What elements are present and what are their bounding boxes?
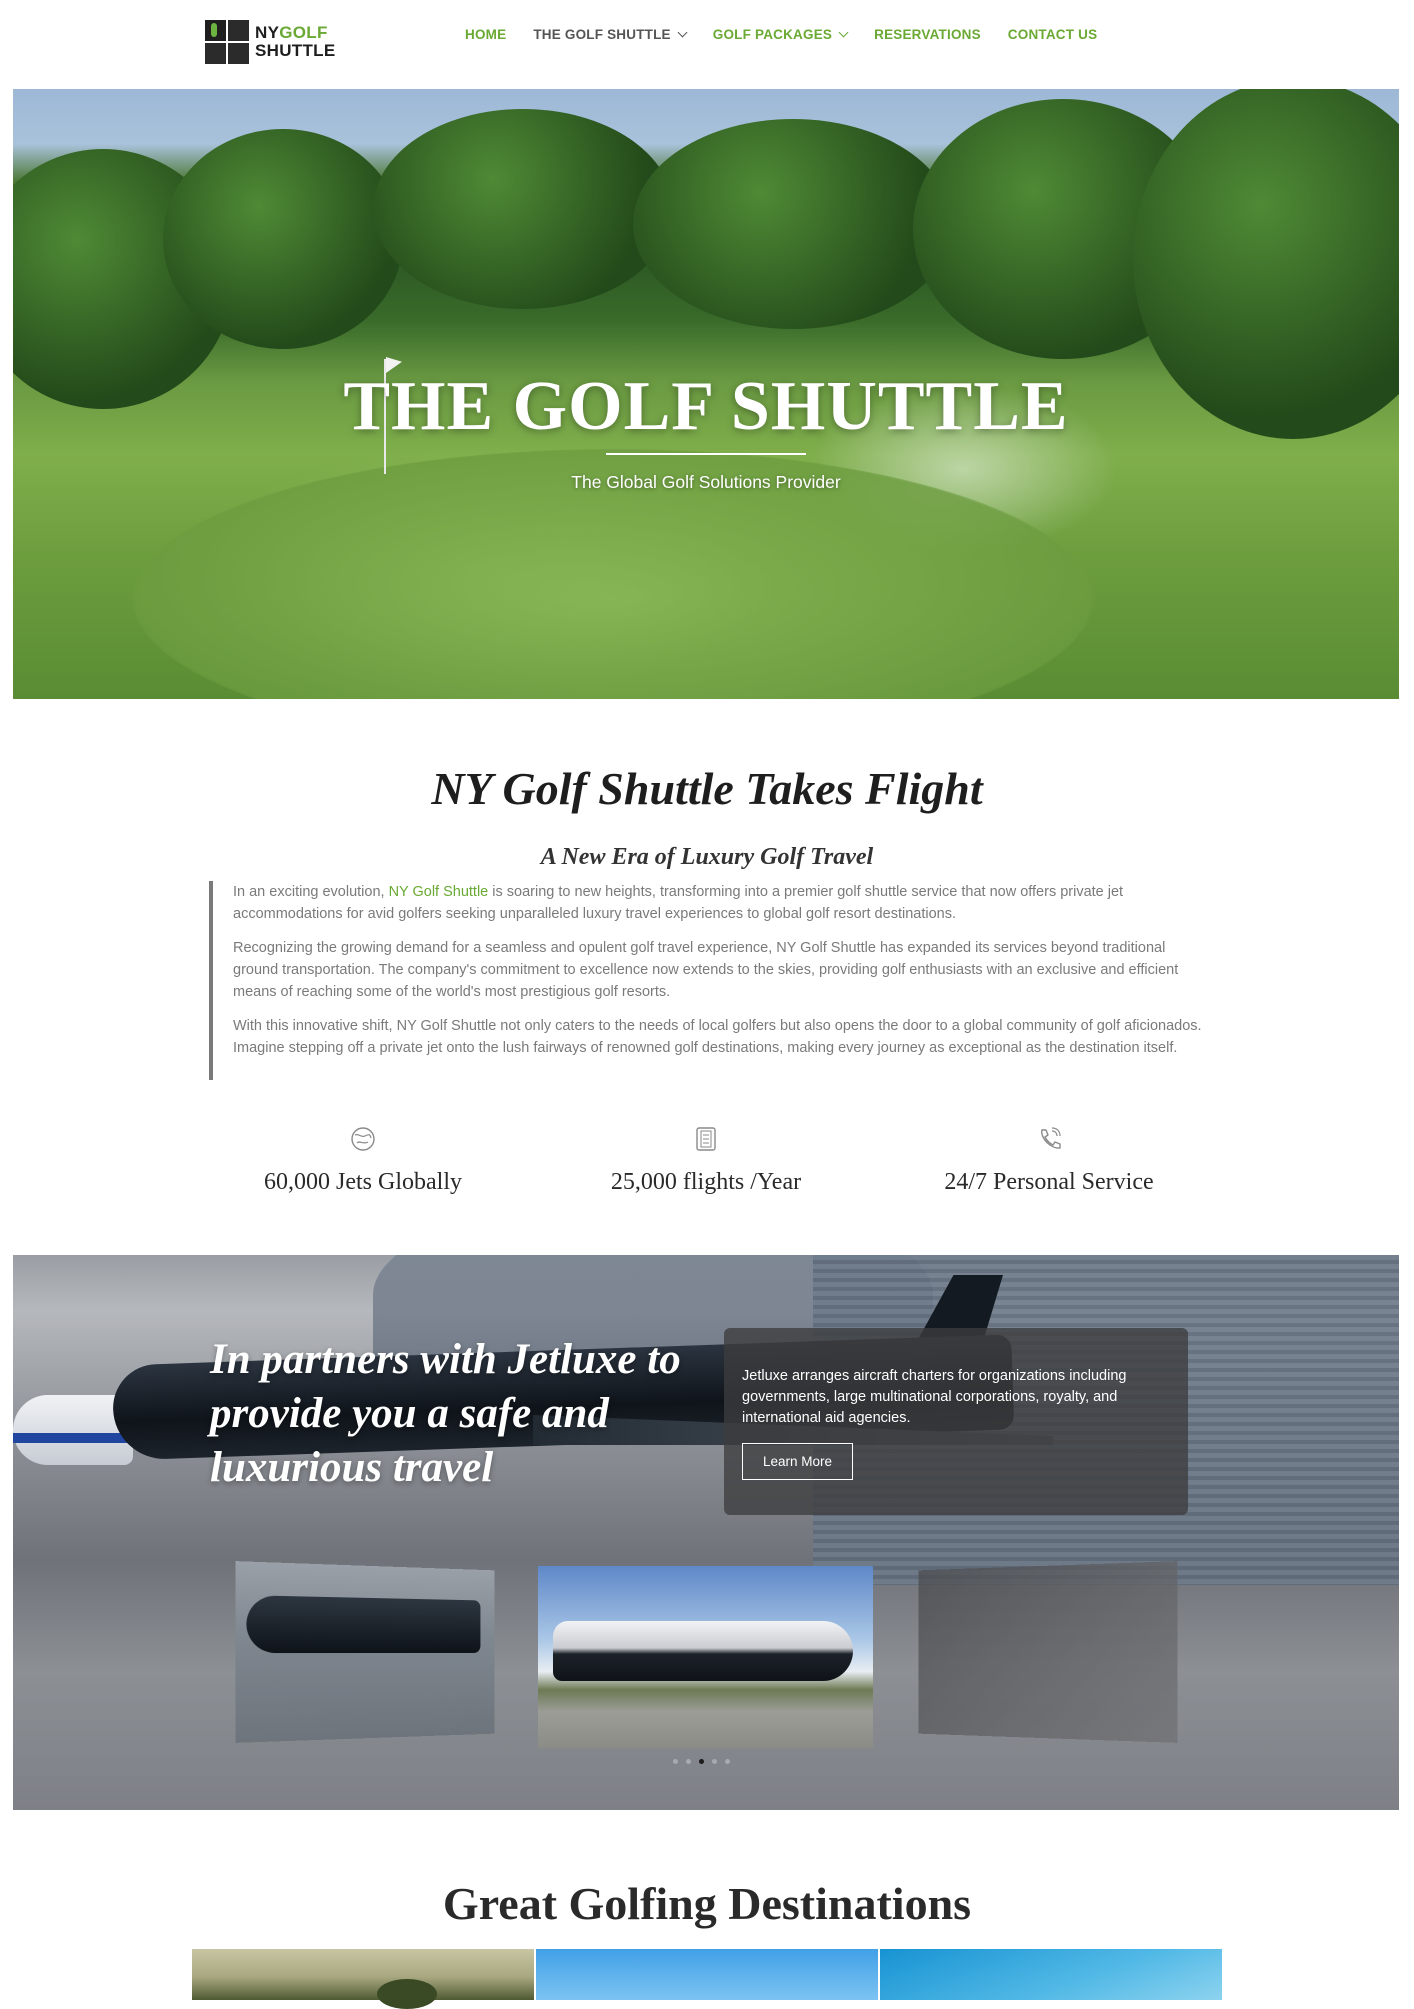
logo-ny: NY xyxy=(255,23,280,42)
globe-icon xyxy=(351,1127,375,1151)
stat-flights: 25,000 flights /Year xyxy=(556,1125,856,1196)
learn-more-button[interactable]: Learn More xyxy=(742,1443,854,1480)
hero-title: THE GOLF SHUTTLE xyxy=(343,368,1069,445)
nav-reservations-label: RESERVATIONS xyxy=(874,27,981,42)
chevron-down-icon xyxy=(838,27,849,37)
partner-title: In partners with Jetluxe to provide you … xyxy=(210,1336,681,1491)
intro-paragraph-3: With this innovative shift, NY Golf Shut… xyxy=(233,1018,1202,1056)
document-icon xyxy=(696,1127,716,1151)
intro-paragraph-1: In an exciting evolution, NY Golf Shuttl… xyxy=(233,881,1209,925)
hero-tree xyxy=(633,119,953,329)
ny-golf-shuttle-link[interactable]: NY Golf Shuttle xyxy=(389,884,489,900)
hero-tree xyxy=(373,109,673,309)
chevron-down-icon xyxy=(677,27,688,37)
carousel-slide-next[interactable] xyxy=(918,1561,1178,1743)
hero-banner: THE GOLF SHUTTLE The Global Golf Solutio… xyxy=(13,89,1399,699)
site-logo[interactable]: NYGOLF SHUTTLE xyxy=(205,20,335,64)
carousel-dot[interactable] xyxy=(686,1759,691,1764)
main-nav: HOME THE GOLF SHUTTLE GOLF PACKAGES RESE… xyxy=(465,27,1097,42)
nav-golf-packages-label: GOLF PACKAGES xyxy=(712,27,833,42)
carousel-slide-prev[interactable] xyxy=(235,1561,495,1743)
intro-p1-text: In an exciting evolution, xyxy=(233,884,389,900)
partner-description: Jetluxe arranges aircraft charters for o… xyxy=(742,1368,1127,1426)
stat-service: 24/7 Personal Service xyxy=(899,1125,1199,1196)
logo-icon xyxy=(205,20,249,64)
nav-the-golf-shuttle-label: THE GOLF SHUTTLE xyxy=(533,27,671,42)
nav-reservations[interactable]: RESERVATIONS xyxy=(874,27,981,42)
logo-golf: GOLF xyxy=(279,23,328,42)
carousel-slide-active[interactable] xyxy=(538,1566,873,1748)
carousel-pagination xyxy=(673,1759,730,1764)
phone-icon xyxy=(1041,1127,1061,1149)
destinations-grid xyxy=(192,1949,1222,2009)
carousel-dot[interactable] xyxy=(712,1759,717,1764)
destination-card[interactable] xyxy=(536,1949,878,2000)
intro-subtitle: A New Era of Luxury Golf Travel xyxy=(540,844,874,870)
site-header: NYGOLF SHUTTLE HOME THE GOLF SHUTTLE GOL… xyxy=(0,0,1414,89)
partner-info-box: Jetluxe arranges aircraft charters for o… xyxy=(724,1328,1188,1515)
hero-subtitle: The Global Golf Solutions Provider xyxy=(571,472,841,492)
intro-blockquote: In an exciting evolution, NY Golf Shuttl… xyxy=(209,881,1209,1080)
carousel-dot-active[interactable] xyxy=(699,1759,704,1764)
logo-shuttle: SHUTTLE xyxy=(255,41,336,60)
stat-jets: 60,000 Jets Globally xyxy=(213,1125,513,1196)
jet-image xyxy=(246,1595,481,1654)
intro-title: NY Golf Shuttle Takes Flight xyxy=(431,763,983,814)
partner-banner: In partners with Jetluxe to provide you … xyxy=(13,1255,1399,1810)
intro-paragraph-2: Recognizing the growing demand for a sea… xyxy=(233,940,1179,1000)
hero-tree xyxy=(163,129,403,349)
hero-divider xyxy=(606,453,806,455)
carousel-dot[interactable] xyxy=(673,1759,678,1764)
destination-card[interactable] xyxy=(192,1949,534,2009)
nav-the-golf-shuttle[interactable]: THE GOLF SHUTTLE xyxy=(533,27,688,42)
jet-image xyxy=(553,1621,853,1681)
nav-home-label: HOME xyxy=(465,27,507,42)
logo-text: NYGOLF SHUTTLE xyxy=(255,24,335,60)
stat-jets-label: 60,000 Jets Globally xyxy=(264,1169,462,1195)
stat-flights-label: 25,000 flights /Year xyxy=(610,1169,802,1195)
nav-contact-us-label: CONTACT US xyxy=(1007,27,1098,42)
nav-golf-packages[interactable]: GOLF PACKAGES xyxy=(712,27,849,42)
destinations-title: Great Golfing Destinations xyxy=(442,1878,972,1929)
stat-service-label: 24/7 Personal Service xyxy=(944,1169,1154,1195)
destination-card[interactable] xyxy=(880,1949,1222,2000)
nav-home[interactable]: HOME xyxy=(465,27,506,42)
carousel-dot[interactable] xyxy=(725,1759,730,1764)
nav-contact-us[interactable]: CONTACT US xyxy=(1008,27,1098,42)
